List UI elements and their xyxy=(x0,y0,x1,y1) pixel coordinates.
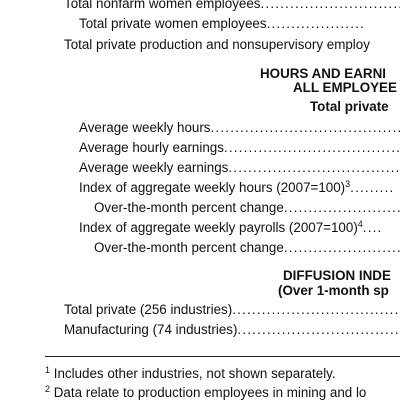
footnote: 1 Includes other industries, not shown s… xyxy=(45,366,336,382)
row-label: Manufacturing (74 industries) xyxy=(64,322,237,338)
leader-dots: ................................... xyxy=(237,322,400,338)
footnote: 2 Data relate to production employees in… xyxy=(45,385,366,401)
row-label: Over-the-month percent change xyxy=(94,240,284,256)
leader-dots: ........................ xyxy=(284,240,400,256)
leader-dots: ........................ xyxy=(284,200,400,216)
table-row: Index of aggregate weekly hours (2007=10… xyxy=(0,180,400,196)
table-row: Average hourly earnings.................… xyxy=(0,140,400,156)
row-label: Average weekly hours xyxy=(79,120,211,136)
row-label: Index of aggregate weekly hours (2007=10… xyxy=(79,180,345,196)
table-row: Total private (256 industries)..........… xyxy=(0,302,400,318)
leader-dots: ......... xyxy=(350,180,394,196)
table-row: Over-the-month percent change...........… xyxy=(0,200,400,216)
footnote-mark: 1 xyxy=(45,365,50,375)
footnote-text: Includes other industries, not shown sep… xyxy=(54,366,336,381)
row-label: Total private women employees xyxy=(79,16,267,32)
footnote-text: Data relate to production employees in m… xyxy=(54,385,367,400)
leader-dots: ............................. xyxy=(261,0,400,12)
row-label: Average hourly earnings xyxy=(79,140,224,156)
leader-dots: ........................................ xyxy=(211,120,400,136)
table-row: Manufacturing (74 industries)...........… xyxy=(0,322,400,338)
table-row: Total nonfarm women employees...........… xyxy=(0,0,400,12)
table-row: Average weekly earnings.................… xyxy=(0,160,400,176)
row-label: Over-the-month percent change xyxy=(94,200,284,216)
table-row: Total private production and nonsupervis… xyxy=(0,37,400,53)
footnote-divider xyxy=(45,356,400,357)
table-row: Index of aggregate weekly payrolls (2007… xyxy=(0,220,400,236)
row-label: Total nonfarm women employees xyxy=(64,0,261,12)
row-label: Total private (256 industries) xyxy=(64,302,232,318)
section-subheading: Total private xyxy=(310,99,389,114)
row-label: Average weekly earnings xyxy=(79,160,228,176)
table-row: Average weekly hours....................… xyxy=(0,120,400,136)
leader-dots: .... xyxy=(363,220,383,236)
section-heading: DIFFUSION INDE xyxy=(283,268,391,283)
leader-dots: .................... xyxy=(267,16,365,32)
section-heading: HOURS AND EARNI xyxy=(260,66,386,81)
table-row: Total private women employees...........… xyxy=(0,16,400,32)
row-label: Total private production and nonsupervis… xyxy=(64,37,370,53)
leader-dots: ........................................ xyxy=(228,160,400,176)
leader-dots: ................................... xyxy=(232,302,400,318)
section-heading-line2: (Over 1-month sp xyxy=(278,283,389,298)
leader-dots: ...................................... xyxy=(224,140,400,156)
row-label: Index of aggregate weekly payrolls (2007… xyxy=(79,220,358,236)
footnote-mark: 2 xyxy=(45,384,50,394)
section-heading-line2: ALL EMPLOYEE xyxy=(293,80,397,95)
table-row: Over-the-month percent change...........… xyxy=(0,240,400,256)
